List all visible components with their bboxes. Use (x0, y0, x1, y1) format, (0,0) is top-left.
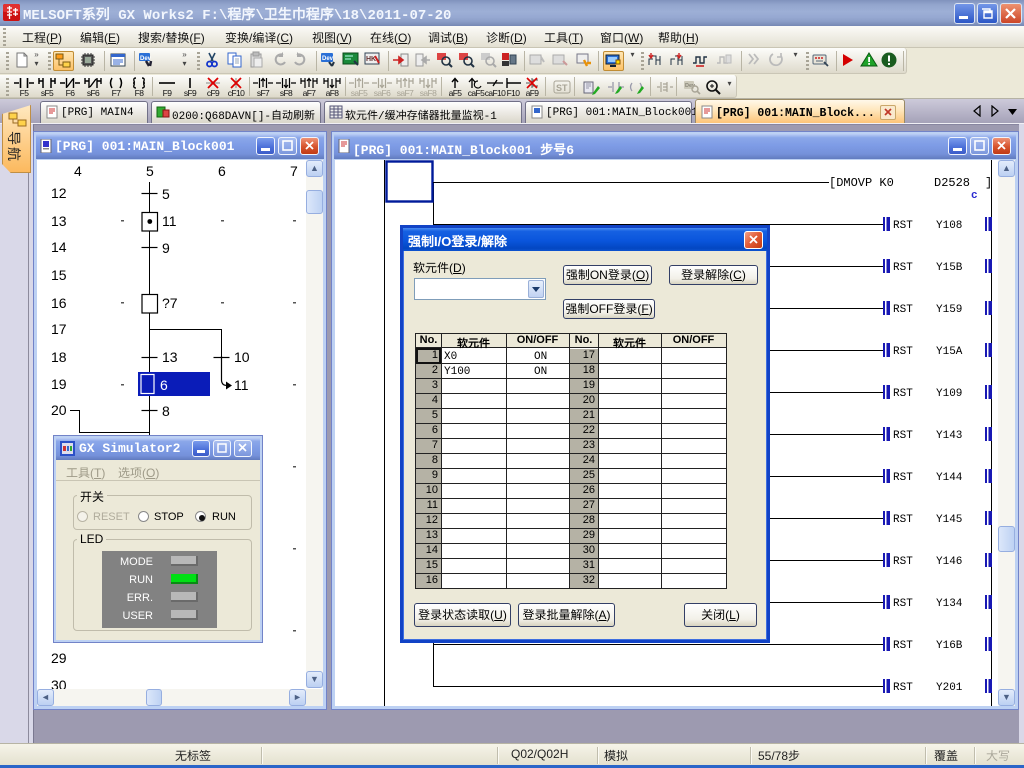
svg-text:7: 7 (290, 163, 298, 179)
svg-text:29: 29 (51, 650, 67, 666)
svg-text:15: 15 (51, 267, 67, 283)
svg-text:20: 20 (51, 402, 67, 418)
svg-text:12: 12 (51, 185, 67, 201)
svg-text:RST: RST (893, 304, 913, 316)
svg-text:RST: RST (893, 430, 913, 442)
svg-text:RST: RST (893, 640, 913, 652)
svg-text:8: 8 (162, 403, 170, 419)
svg-text:6: 6 (218, 163, 226, 179)
svg-text:14: 14 (51, 239, 67, 255)
svg-text:RST: RST (893, 514, 913, 526)
svg-text:?7: ?7 (162, 295, 178, 311)
svg-text:4: 4 (74, 163, 82, 179)
svg-text:Y15B: Y15B (936, 262, 963, 274)
svg-text:16: 16 (51, 295, 67, 311)
svg-text:RST: RST (893, 598, 913, 610)
svg-text:Y15A: Y15A (936, 346, 963, 358)
svg-text:Y146: Y146 (936, 556, 962, 568)
svg-text:[DMOVP K0: [DMOVP K0 (829, 176, 894, 190)
svg-text:Y201: Y201 (936, 682, 963, 694)
svg-text:RST: RST (893, 262, 913, 274)
svg-text:13: 13 (51, 213, 67, 229)
svg-text:5: 5 (146, 163, 154, 179)
svg-text:6: 6 (160, 377, 168, 393)
svg-text:RST: RST (893, 472, 913, 484)
svg-text:Y144: Y144 (936, 472, 963, 484)
svg-text:Y134: Y134 (936, 598, 963, 610)
svg-text:Y159: Y159 (936, 304, 962, 316)
svg-text:13: 13 (162, 349, 178, 365)
svg-text:Y16B: Y16B (936, 640, 963, 652)
svg-text:RST: RST (893, 388, 913, 400)
svg-text:ST: ST (556, 83, 568, 93)
svg-text:c: c (971, 190, 978, 202)
svg-text:D2528: D2528 (934, 176, 970, 190)
svg-text:17: 17 (51, 321, 67, 337)
svg-text:Y108: Y108 (936, 220, 962, 232)
svg-text:RST: RST (893, 556, 913, 568)
svg-text:18: 18 (51, 349, 67, 365)
svg-text:RST: RST (893, 682, 913, 694)
svg-text:RST: RST (893, 346, 913, 358)
svg-text:19: 19 (51, 376, 67, 392)
svg-text:Dev: Dev (322, 56, 334, 62)
svg-text:Y109: Y109 (936, 388, 962, 400)
svg-text:11: 11 (234, 377, 249, 393)
svg-text:Y143: Y143 (936, 430, 962, 442)
svg-text:5: 5 (162, 186, 170, 202)
svg-text:RST: RST (893, 220, 913, 232)
svg-text:11: 11 (162, 213, 177, 229)
svg-text:]: ] (985, 176, 992, 190)
svg-text:10: 10 (234, 349, 250, 365)
svg-text:9: 9 (162, 240, 170, 256)
svg-text:Y145: Y145 (936, 514, 962, 526)
